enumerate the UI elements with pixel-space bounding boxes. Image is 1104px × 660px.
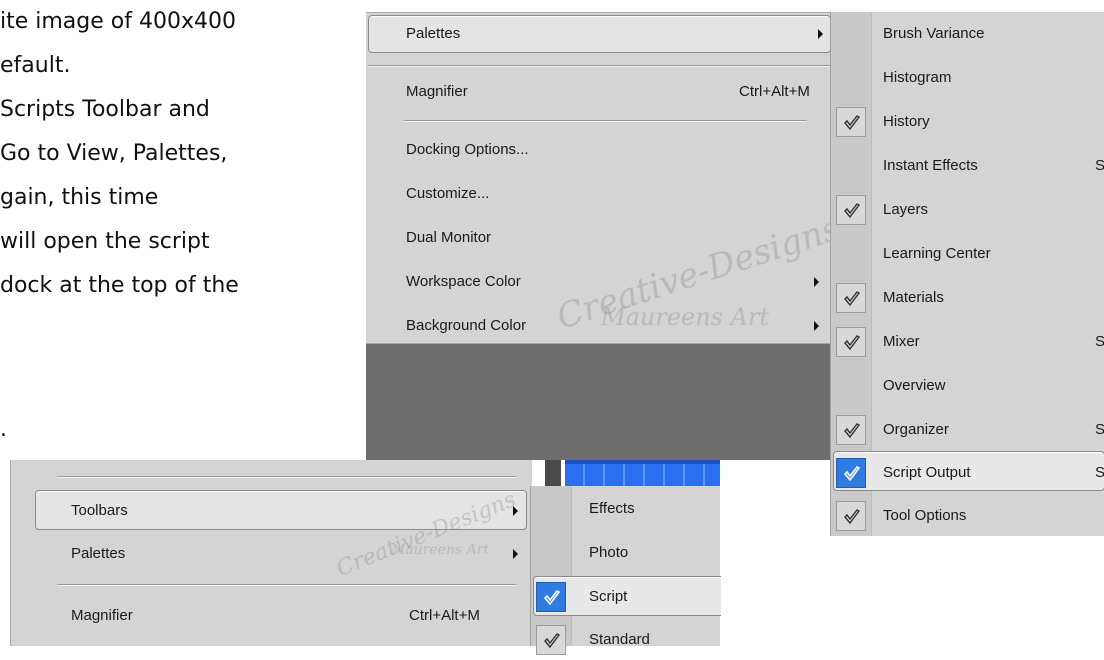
- toolbar-item-script[interactable]: Script: [531, 577, 720, 617]
- palettes-submenu: Brush Variance Histogram History Instant…: [830, 12, 1104, 536]
- menu-item-label: Overview: [883, 377, 946, 394]
- menu-item-magnifier[interactable]: Magnifier Ctrl+Alt+M: [366, 72, 833, 112]
- check-icon: [536, 582, 566, 612]
- menu-item-label: Organizer: [883, 421, 949, 438]
- check-icon: [836, 501, 866, 531]
- menu-item-label: Customize...: [406, 185, 490, 202]
- menu-item-customize[interactable]: Customize...: [366, 174, 833, 214]
- menu-item-label: Histogram: [883, 69, 952, 86]
- menu-item-label: Workspace Color: [406, 273, 521, 290]
- palette-item-learning-center[interactable]: Learning Center: [831, 234, 1104, 274]
- palette-item-organizer[interactable]: Organizer S: [831, 410, 1104, 450]
- menu-item-label: Photo: [589, 544, 629, 561]
- tutorial-line: gain, this time: [0, 185, 159, 210]
- menu-item-magnifier[interactable]: Magnifier Ctrl+Alt+M: [11, 596, 532, 636]
- menu-item-label: Toolbars: [71, 502, 128, 519]
- palette-item-histogram[interactable]: Histogram: [831, 58, 1104, 98]
- palette-item-materials[interactable]: Materials: [831, 278, 1104, 318]
- toolbar-item-photo[interactable]: Photo: [531, 533, 720, 573]
- menu-item-dual-monitor[interactable]: Dual Monitor: [366, 218, 833, 258]
- menu-item-palettes[interactable]: Palettes: [366, 14, 833, 54]
- tutorial-line: efault.: [0, 53, 71, 78]
- toolbar-item-effects[interactable]: Effects: [531, 489, 720, 529]
- submenu-arrow-icon: [814, 321, 819, 331]
- check-icon: [536, 625, 566, 655]
- menu-item-label: Layers: [883, 201, 929, 218]
- check-icon: [836, 107, 866, 137]
- menu-separator: [57, 584, 516, 586]
- menu-item-label: Learning Center: [883, 245, 991, 262]
- menu-separator: [368, 65, 831, 67]
- menu-item-toolbars[interactable]: Toolbars: [11, 491, 532, 531]
- palette-item-instant-effects[interactable]: Instant Effects S: [831, 146, 1104, 186]
- menu-item-label: Magnifier: [71, 607, 133, 624]
- tutorial-line: Go to View, Palettes,: [0, 141, 228, 166]
- tutorial-line: dock at the top of the: [0, 273, 239, 298]
- menu-item-label: History: [883, 113, 930, 130]
- tutorial-line: ite image of 400x400: [0, 9, 236, 34]
- shortcut-label: S: [1095, 464, 1104, 481]
- submenu-arrow-icon: [513, 506, 518, 516]
- tutorial-line: will open the script: [0, 229, 210, 254]
- shortcut-label: S: [1095, 157, 1104, 174]
- shortcut-label: S: [1095, 333, 1104, 350]
- palette-item-overview[interactable]: Overview: [831, 366, 1104, 406]
- menu-item-palettes[interactable]: Palettes: [11, 534, 532, 574]
- palette-item-tool-options[interactable]: Tool Options: [831, 496, 1104, 536]
- tutorial-line: .: [0, 417, 7, 442]
- menu-item-docking-options[interactable]: Docking Options...: [366, 130, 833, 170]
- submenu-arrow-icon: [513, 549, 518, 559]
- menu-item-label: Script Output: [883, 464, 971, 481]
- shortcut-label: Ctrl+Alt+M: [739, 83, 810, 100]
- toolbar-item-standard[interactable]: Standard: [531, 620, 720, 660]
- menu-item-label: Background Color: [406, 317, 527, 334]
- menu-item-label: Materials: [883, 289, 944, 306]
- check-icon: [836, 327, 866, 357]
- menu-item-workspace-color[interactable]: Workspace Color: [366, 262, 833, 302]
- menu-item-label: Instant Effects: [883, 157, 978, 174]
- view-menu-top: Palettes Magnifier Ctrl+Alt+M Docking Op…: [366, 12, 845, 346]
- submenu-arrow-icon: [814, 277, 819, 287]
- menu-item-label: Palettes: [71, 545, 126, 562]
- menu-separator: [404, 120, 807, 122]
- menu-item-label: Script: [589, 588, 628, 605]
- menu-item-label: Dual Monitor: [406, 229, 492, 246]
- palette-item-layers[interactable]: Layers: [831, 190, 1104, 230]
- menu-separator: [57, 476, 516, 478]
- check-icon: [836, 458, 866, 488]
- check-icon: [836, 283, 866, 313]
- palette-item-script-output[interactable]: Script Output S: [831, 453, 1104, 493]
- toolbars-submenu: Effects Photo Script Standard: [530, 486, 721, 655]
- palette-item-history[interactable]: History: [831, 102, 1104, 142]
- menu-item-label: Mixer: [883, 333, 920, 350]
- shortcut-label: S: [1095, 421, 1104, 438]
- menu-item-label: Docking Options...: [406, 141, 529, 158]
- view-menu-bottom: Toolbars Palettes Magnifier Ctrl+Alt+M C…: [10, 460, 532, 646]
- workspace-area: [366, 344, 832, 460]
- shortcut-label: Ctrl+Alt+M: [409, 607, 480, 624]
- menu-item-label: Standard: [589, 631, 650, 648]
- menu-item-label: Tool Options: [883, 507, 967, 524]
- script-toolbar-preview: [565, 460, 720, 488]
- menu-item-label: Palettes: [406, 25, 461, 42]
- menu-item-label: Effects: [589, 500, 635, 517]
- palette-item-brush-variance[interactable]: Brush Variance: [831, 14, 1104, 54]
- tutorial-line: Scripts Toolbar and: [0, 97, 210, 122]
- submenu-arrow-icon: [818, 29, 823, 39]
- menu-item-label: Brush Variance: [883, 25, 985, 42]
- menu-item-label: Magnifier: [406, 83, 468, 100]
- menu-item-background-color[interactable]: Background Color: [366, 306, 833, 346]
- palette-item-mixer[interactable]: Mixer S: [831, 322, 1104, 362]
- check-icon: [836, 195, 866, 225]
- check-icon: [836, 415, 866, 445]
